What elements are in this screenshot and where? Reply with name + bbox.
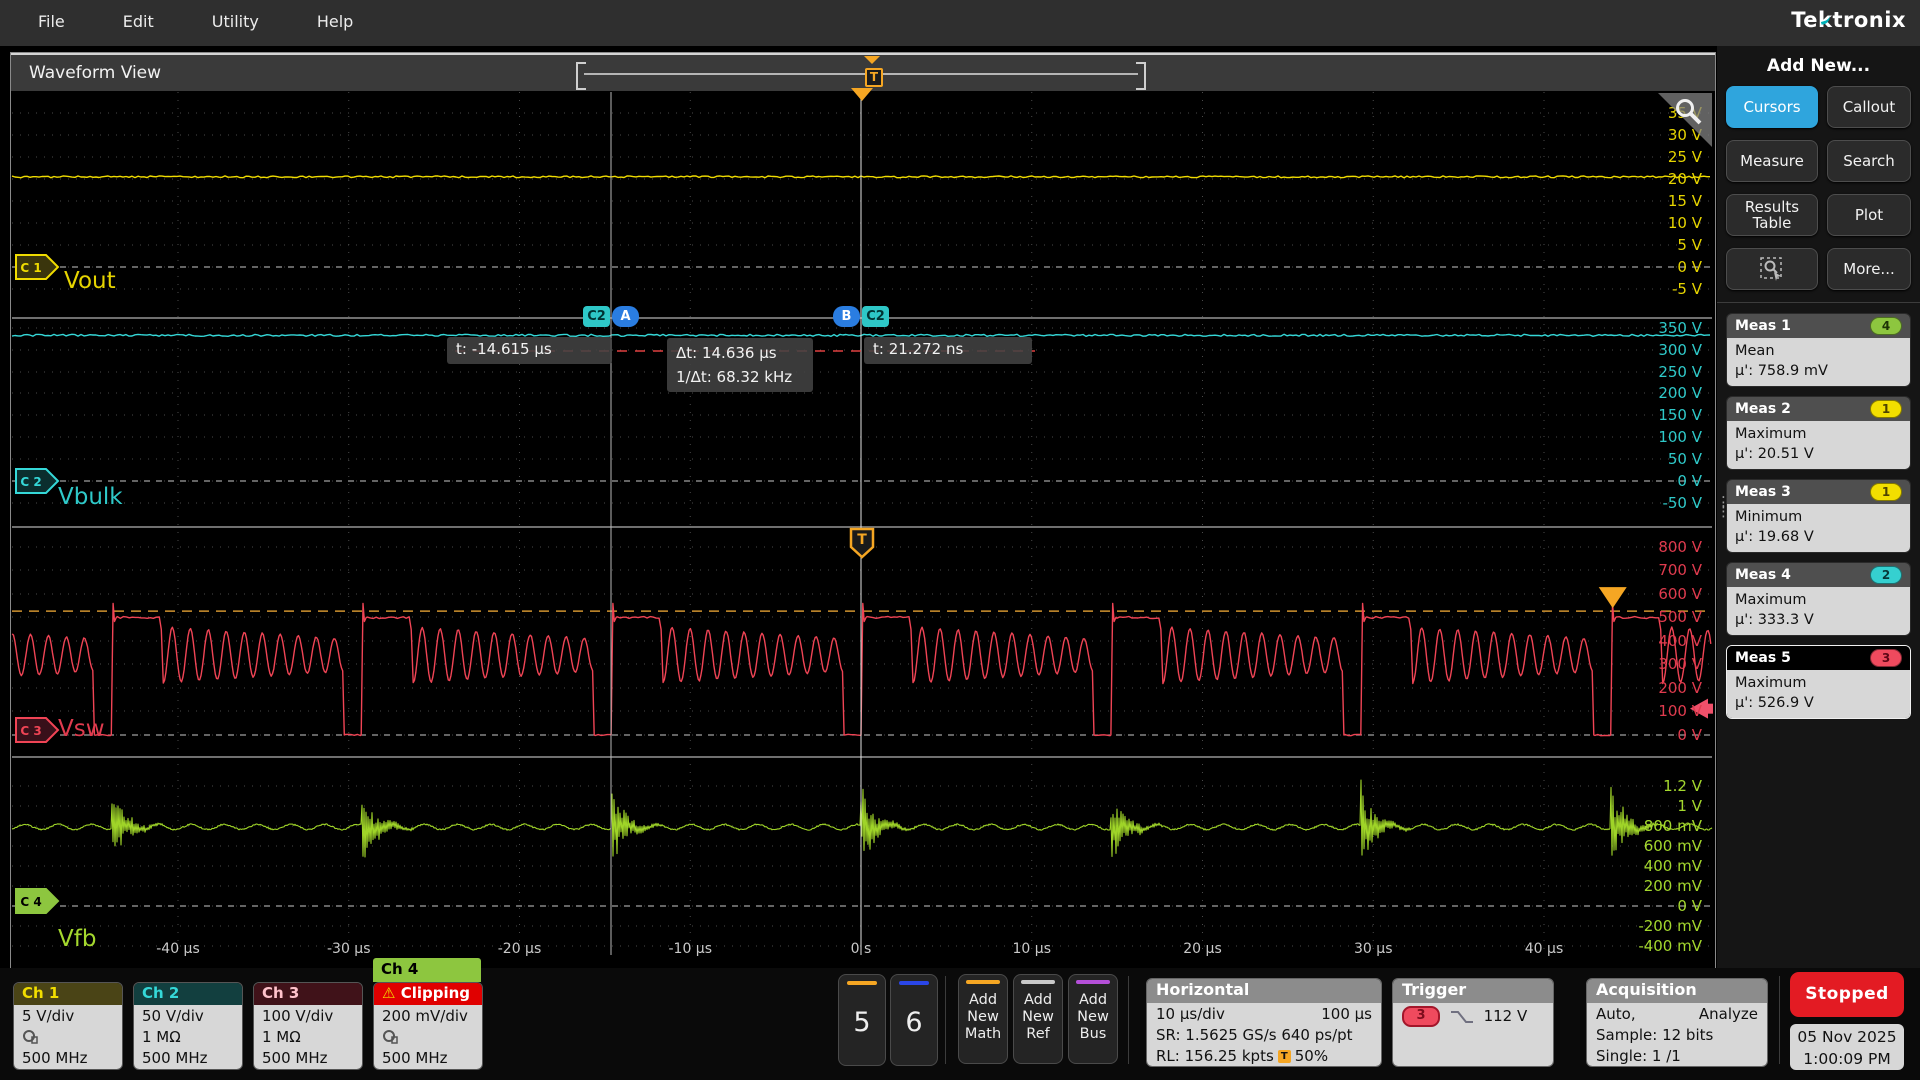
channel-badge-c4[interactable]: C 4 <box>14 887 60 915</box>
scale-label: -400 mV <box>1618 937 1702 955</box>
svg-text:C 2: C 2 <box>20 475 41 489</box>
channel-name-label-vsw[interactable]: Vsw <box>58 716 105 742</box>
scale-label: -200 mV <box>1618 917 1702 935</box>
scale-label: 800 mV <box>1618 817 1702 835</box>
delta-t-value: Δt: 14.636 µs <box>676 341 804 365</box>
time-axis-label: -20 µs <box>475 941 565 957</box>
cursor-b-time-readout[interactable]: t: 21.272 ns <box>864 337 1032 364</box>
svg-text:C 3: C 3 <box>20 724 41 738</box>
channel-name-label-vbulk[interactable]: Vbulk <box>58 484 123 510</box>
magnifier-icon[interactable] <box>1674 97 1704 127</box>
scale-label: 50 V <box>1618 450 1702 468</box>
channel-badge-c1[interactable]: C 1 <box>14 253 60 281</box>
cursor-a-badge[interactable]: A <box>612 306 639 327</box>
scale-label: 200 V <box>1618 679 1702 697</box>
scale-label: 400 mV <box>1618 857 1702 875</box>
scale-label: 200 V <box>1618 384 1702 402</box>
trigger-position-triangle-icon[interactable] <box>851 88 873 101</box>
waveform-ch3-vsw <box>12 603 1711 735</box>
scale-label: 600 mV <box>1618 837 1702 855</box>
scale-label: 800 V <box>1618 538 1702 556</box>
time-axis-label: -40 µs <box>133 941 223 957</box>
scale-label: 25 V <box>1618 148 1702 166</box>
trigger-level-arrow-tail <box>1707 704 1713 714</box>
cursor-a-source-badge[interactable]: C2 <box>583 306 610 327</box>
scale-label: 1.2 V <box>1618 777 1702 795</box>
scale-label: 250 V <box>1618 363 1702 381</box>
scale-label: 5 V <box>1618 236 1702 254</box>
time-axis-label: 40 µs <box>1499 941 1589 957</box>
scale-label: 500 V <box>1618 608 1702 626</box>
scale-label: 300 V <box>1618 341 1702 359</box>
scale-label: 100 V <box>1618 702 1702 720</box>
channel-name-label-vout[interactable]: Vout <box>64 268 116 294</box>
scale-label: 200 mV <box>1618 877 1702 895</box>
channel-badge-c3[interactable]: C 3 <box>14 716 60 744</box>
cursor-b-badge[interactable]: B <box>833 306 860 327</box>
scale-label: 20 V <box>1618 170 1702 188</box>
time-axis-label: 30 µs <box>1328 941 1418 957</box>
scale-label: 0 V <box>1618 726 1702 744</box>
svg-text:C 1: C 1 <box>20 261 41 275</box>
time-axis-label: 0 s <box>816 941 906 957</box>
scale-label: 300 V <box>1618 655 1702 673</box>
scale-label: 700 V <box>1618 561 1702 579</box>
channel-name-label-vfb[interactable]: Vfb <box>58 926 96 952</box>
scale-label: 150 V <box>1618 406 1702 424</box>
svg-text:T: T <box>857 532 867 548</box>
cursor-delta-readout[interactable]: Δt: 14.636 µs 1/Δt: 68.32 kHz <box>667 338 813 392</box>
time-axis-label: 20 µs <box>1158 941 1248 957</box>
scale-label: 0 V <box>1618 897 1702 915</box>
panel-drag-handle[interactable]: ⋮⋮ <box>1716 498 1731 516</box>
channel-badge-c2[interactable]: C 2 <box>14 467 60 495</box>
time-axis-label: 10 µs <box>987 941 1077 957</box>
svg-text:C 4: C 4 <box>20 895 41 909</box>
scale-label: 350 V <box>1618 319 1702 337</box>
cursor-a-time-readout[interactable]: t: -14.615 µs <box>447 337 612 364</box>
scale-label: 600 V <box>1618 585 1702 603</box>
time-axis-label: -30 µs <box>304 941 394 957</box>
cursor-b-source-badge[interactable]: C2 <box>862 306 889 327</box>
scale-label: -50 V <box>1618 494 1702 512</box>
scale-label: 0 V <box>1618 472 1702 490</box>
waveform-ch4-vfb <box>12 780 1712 857</box>
trigger-t-flag-icon[interactable]: T <box>849 527 875 559</box>
scale-label: -5 V <box>1618 280 1702 298</box>
scale-label: 400 V <box>1618 632 1702 650</box>
scale-label: 100 V <box>1618 428 1702 446</box>
scale-label: 15 V <box>1618 192 1702 210</box>
scale-label: 10 V <box>1618 214 1702 232</box>
inv-delta-t-value: 1/Δt: 68.32 kHz <box>676 365 804 389</box>
scale-label: 0 V <box>1618 258 1702 276</box>
time-axis-label: -10 µs <box>645 941 735 957</box>
scale-label: 1 V <box>1618 797 1702 815</box>
